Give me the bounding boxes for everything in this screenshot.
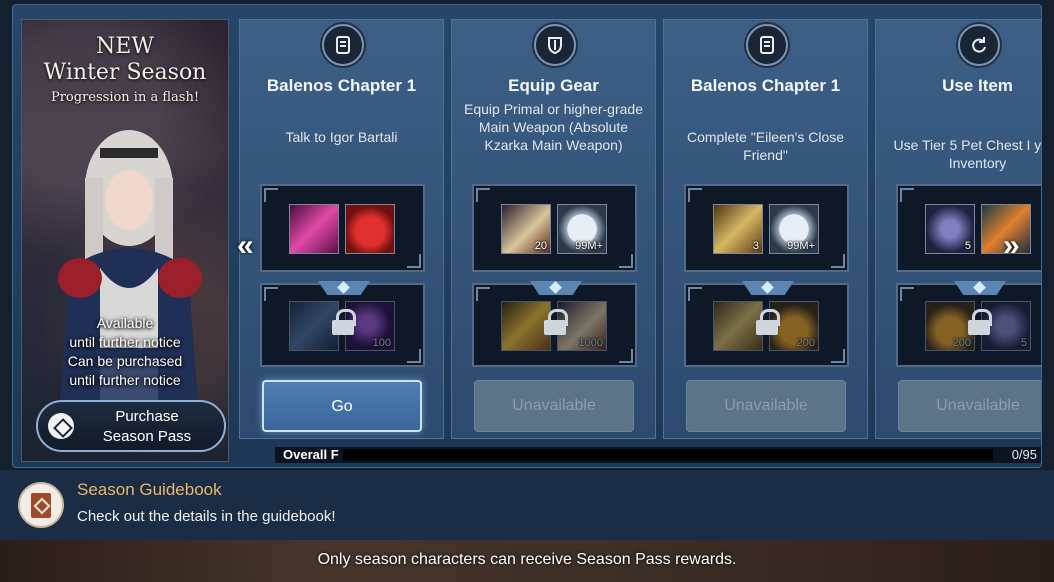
item-quantity: 5 [964, 240, 971, 252]
purchase-season-pass-button[interactable]: Purchase Season Pass [36, 400, 226, 452]
pass-reward-slots: 100 [260, 281, 425, 367]
scroll-right-icon[interactable]: » [1003, 229, 1020, 263]
progress-count: 0/95 [1011, 447, 1037, 462]
season-notice-bar: Only season characters can receive Seaso… [0, 540, 1054, 582]
reward-item[interactable] [289, 204, 339, 254]
scroll-icon [322, 24, 364, 66]
item-quantity: 100 [372, 337, 391, 349]
unavailable-button[interactable]: Unavailable [686, 380, 846, 432]
item-quantity: 20 [534, 240, 547, 252]
mission-title: Equip Gear [508, 76, 599, 95]
lock-icon [968, 309, 992, 335]
promo-availability-text: Available until further notice Can be pu… [22, 314, 228, 390]
progress-track [343, 449, 993, 461]
lock-icon [544, 309, 568, 335]
reward-item[interactable]: 5 [925, 204, 975, 254]
mission-card: Balenos Chapter 1 Complete "Eileen's Clo… [663, 19, 868, 439]
pass-tab-icon [318, 281, 370, 295]
promo-new-label: NEW [96, 34, 154, 59]
progress-label: Overall F [283, 447, 339, 462]
scroll-icon [746, 24, 788, 66]
item-quantity: 1000 [578, 337, 603, 349]
season-pass-window: NEW Winter Season Progression in a flash… [12, 4, 1042, 468]
purchase-button-label: Purchase Season Pass [82, 407, 212, 447]
item-quantity: 99M+ [575, 240, 603, 252]
reward-item[interactable]: 3 [713, 204, 763, 254]
pass-reward-slots: 200 [684, 281, 849, 367]
mission-title: Use Item [942, 76, 1013, 95]
go-button[interactable]: Go [262, 380, 422, 432]
pass-tab-icon [742, 281, 794, 295]
notice-text: Only season characters can receive Seaso… [317, 551, 737, 568]
mission-card: Balenos Chapter 1 Talk to Igor Bartali 1… [239, 19, 444, 439]
pass-tab-icon [530, 281, 582, 295]
availability-line: Can be purchased [67, 353, 183, 369]
guidebook-title[interactable]: Season Guidebook [77, 480, 222, 500]
pass-reward-slots: 200 5 [896, 281, 1041, 367]
item-quantity: 200 [796, 337, 815, 349]
promo-subtitle: Progression in a flash! [50, 90, 200, 105]
item-quantity: 3 [752, 240, 759, 252]
free-reward-slots: 3 99M+ [684, 184, 849, 272]
purchase-label-line: Season Pass [102, 428, 192, 445]
mission-description: Equip Primal or higher-grade Main Weapon… [464, 101, 643, 153]
mission-description: Use Tier 5 Pet Chest I your Inventory [893, 137, 1042, 171]
reward-item[interactable] [345, 204, 395, 254]
unavailable-button[interactable]: Unavailable [898, 380, 1041, 432]
availability-line: Available [96, 315, 154, 331]
promo-title: Winter Season [43, 60, 207, 85]
mission-description: Complete "Eileen's Close Friend" [686, 129, 845, 163]
mission-description: Talk to Igor Bartali [285, 129, 398, 145]
lock-icon [756, 309, 780, 335]
overall-progress-bar: Overall F 0/95 [275, 447, 1041, 463]
lock-icon [332, 309, 356, 335]
refresh-icon [958, 24, 1000, 66]
free-reward-slots: 20 99M+ [472, 184, 637, 272]
item-quantity: 99M+ [787, 240, 815, 252]
scroll-left-icon[interactable]: « [237, 229, 254, 263]
free-reward-slots [260, 184, 425, 272]
pass-tab-icon [954, 281, 1006, 295]
shield-sword-icon [534, 24, 576, 66]
diamond-icon [48, 413, 74, 439]
mission-title: Balenos Chapter 1 [690, 76, 841, 95]
item-quantity: 5 [1020, 337, 1027, 349]
availability-line: until further notice [69, 334, 181, 350]
guidebook-description: Check out the details in the guidebook! [77, 508, 336, 525]
season-promo-panel: NEW Winter Season Progression in a flash… [21, 19, 229, 462]
reward-item[interactable]: 20 [501, 204, 551, 254]
mission-card: Equip Gear Equip Primal or higher-grade … [451, 19, 656, 439]
guidebook-icon[interactable] [18, 482, 64, 528]
season-guidebook-section: Season Guidebook Check out the details i… [0, 470, 1054, 540]
purchase-label-line: Purchase [115, 408, 179, 425]
reward-item[interactable]: 99M+ [557, 204, 607, 254]
item-quantity: 200 [952, 337, 971, 349]
reward-item[interactable]: 99M+ [769, 204, 819, 254]
pass-reward-slots: 1000 [472, 281, 637, 367]
availability-line: until further notice [69, 372, 181, 388]
unavailable-button[interactable]: Unavailable [474, 380, 634, 432]
mission-title: Balenos Chapter 1 [266, 76, 417, 95]
free-reward-slots: 5 [896, 184, 1041, 272]
